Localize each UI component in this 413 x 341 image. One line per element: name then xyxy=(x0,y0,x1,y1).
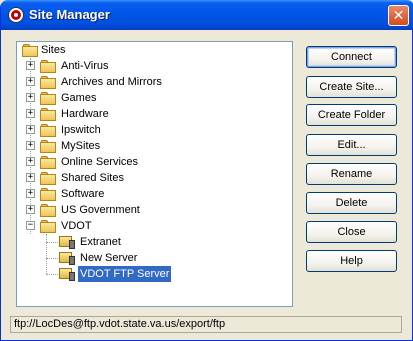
create-site-button[interactable]: Create Site... xyxy=(306,76,397,98)
ftp-server-icon xyxy=(59,250,75,265)
expand-icon[interactable]: + xyxy=(26,189,35,198)
edit-button[interactable]: Edit... xyxy=(306,134,397,156)
expand-icon[interactable]: + xyxy=(26,109,35,118)
site-tree[interactable]: Sites + Anti-Virus + Archives and Mirrors + G… xyxy=(16,41,293,307)
ftp-server-icon xyxy=(59,234,75,249)
collapse-icon[interactable]: − xyxy=(26,221,35,230)
tree-guide-line xyxy=(46,274,58,275)
folder-icon xyxy=(40,204,57,217)
tree-item-label: Games xyxy=(61,92,97,104)
tree-item-label: MySites xyxy=(61,140,101,152)
folder-icon xyxy=(40,188,57,201)
app-logo-icon xyxy=(8,7,24,23)
folder-icon xyxy=(40,156,57,169)
connect-button[interactable]: Connect xyxy=(306,46,397,68)
tree-item-label: Ipswitch xyxy=(61,124,101,136)
tree-item-label-selected: VDOT FTP Server xyxy=(78,266,172,282)
expand-icon[interactable]: + xyxy=(26,125,35,134)
tree-item-label: Software xyxy=(61,188,105,200)
folder-icon xyxy=(40,220,57,233)
expand-icon[interactable]: + xyxy=(26,205,35,214)
close-button[interactable]: Close xyxy=(306,221,397,243)
tree-guide-line xyxy=(46,234,47,274)
window-title: Site Manager xyxy=(29,7,110,22)
expand-icon[interactable]: + xyxy=(26,173,35,182)
tree-item-label: New Server xyxy=(80,252,138,264)
tree-item-label: Anti-Virus xyxy=(61,60,109,72)
tree-item-label: VDOT xyxy=(61,220,92,232)
tree-item-label: Online Services xyxy=(61,156,139,168)
tree-guide-line xyxy=(46,242,58,243)
folder-icon xyxy=(40,76,57,89)
expand-icon[interactable]: + xyxy=(26,93,35,102)
tree-item-label: Shared Sites xyxy=(61,172,124,184)
folder-icon xyxy=(40,140,57,153)
expand-icon[interactable]: + xyxy=(26,77,35,86)
tree-item-label: Sites xyxy=(41,44,66,56)
expand-icon[interactable]: + xyxy=(26,157,35,166)
expand-icon[interactable]: + xyxy=(26,141,35,150)
rename-button[interactable]: Rename xyxy=(306,163,397,185)
folder-icon xyxy=(40,92,57,105)
help-button[interactable]: Help xyxy=(306,250,397,272)
folder-icon xyxy=(40,172,57,185)
folder-icon xyxy=(40,60,57,73)
expand-icon[interactable]: + xyxy=(26,61,35,70)
site-manager-window: Site Manager ✕ Sites + Anti-Virus + Archive… xyxy=(0,0,413,341)
folder-icon xyxy=(40,108,57,121)
tree-guide-line xyxy=(46,258,58,259)
tree-item-label: US Government xyxy=(61,204,140,216)
status-bar-path: ftp://LocDes@ftp.vdot.state.va.us/export… xyxy=(10,316,402,333)
folder-icon xyxy=(40,124,57,137)
delete-button[interactable]: Delete xyxy=(306,192,397,214)
create-folder-button[interactable]: Create Folder xyxy=(306,104,397,126)
tree-item-label: Archives and Mirrors xyxy=(61,76,162,88)
tree-item-label: Hardware xyxy=(61,108,109,120)
ftp-server-icon xyxy=(59,266,75,281)
close-window-button[interactable]: ✕ xyxy=(388,5,409,26)
title-bar[interactable]: Site Manager ✕ xyxy=(1,0,413,30)
tree-item-label: Extranet xyxy=(80,236,121,248)
folder-icon xyxy=(22,44,39,57)
